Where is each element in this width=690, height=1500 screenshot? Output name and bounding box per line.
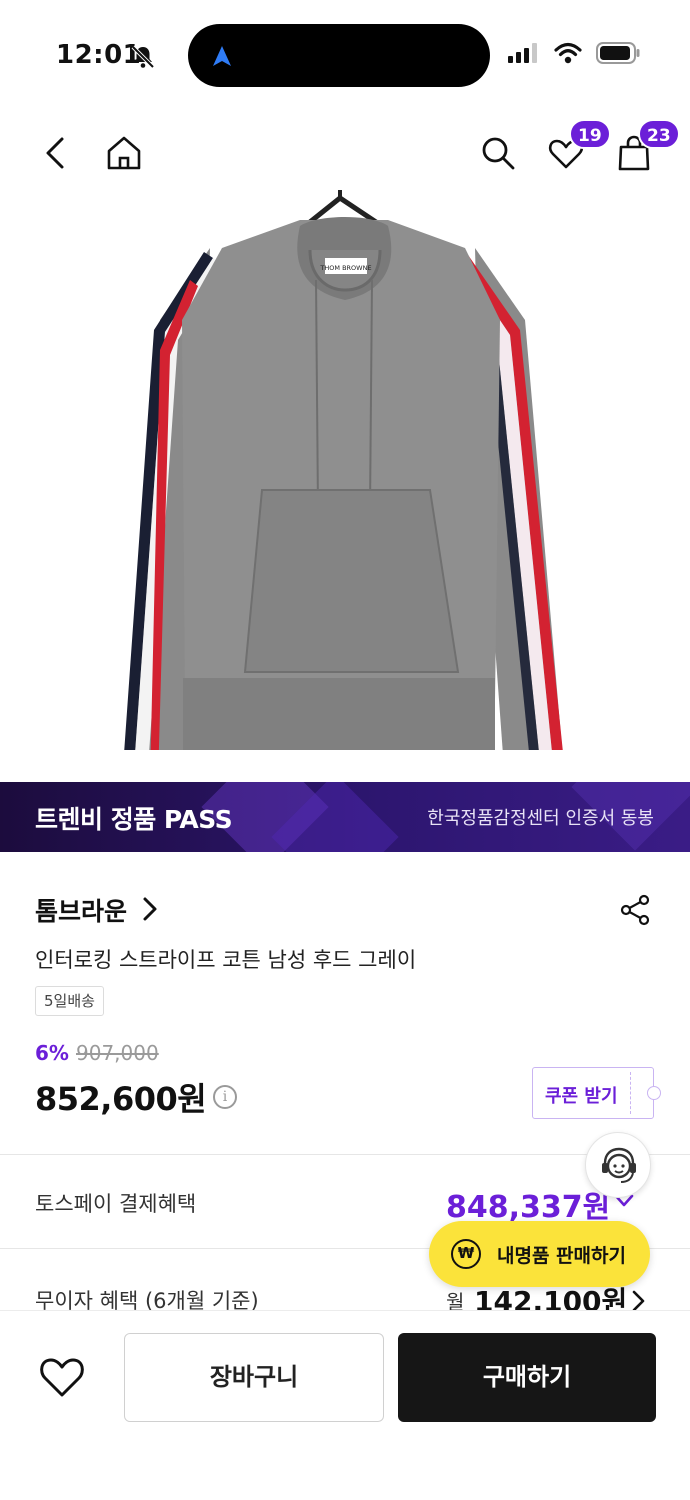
status-right-icons (508, 42, 640, 64)
add-to-cart-button[interactable]: 장바구니 (124, 1333, 384, 1422)
sell-my-luxury-button[interactable]: ₩ 내명품 판매하기 (429, 1221, 650, 1287)
cart-count-badge: 23 (638, 119, 680, 149)
product-image[interactable]: THOM BROWNE (0, 185, 690, 782)
headset-icon (602, 1147, 636, 1183)
wishlist-count-badge: 19 (569, 119, 611, 149)
shipping-tag: 5일배송 (35, 986, 104, 1016)
customer-service-button[interactable] (585, 1132, 651, 1198)
share-icon[interactable] (620, 894, 652, 926)
won-coin-icon: ₩ (451, 1239, 481, 1269)
bottom-action-bar: 장바구니 구매하기 (0, 1310, 690, 1500)
battery-icon (596, 42, 640, 64)
top-navigation: 19 23 (0, 115, 690, 190)
original-price: 907,000 (76, 1041, 159, 1065)
coupon-perforation (630, 1072, 631, 1114)
buy-now-button[interactable]: 구매하기 (398, 1333, 656, 1422)
price-info-icon[interactable]: i (213, 1085, 237, 1109)
hoodie-icon: THOM BROWNE (122, 185, 569, 782)
toss-benefit-label: 토스페이 결제혜택 (35, 1192, 197, 1216)
discount-rate: 6% (35, 1041, 69, 1065)
dynamic-island (188, 24, 490, 87)
wifi-icon (554, 42, 582, 64)
brand-link[interactable]: 톰브라운 (35, 892, 127, 928)
coupon-label: 쿠폰 받기 (545, 1086, 618, 1107)
coupon-notch (647, 1086, 661, 1100)
authenticity-pass-banner[interactable]: 트렌비 정품 PASS 한국정품감정센터 인증서 동봉 (0, 782, 690, 852)
search-icon[interactable] (478, 133, 518, 173)
coupon-button[interactable]: 쿠폰 받기 (532, 1067, 661, 1119)
bell-slash-icon (131, 45, 155, 69)
signal-icon (508, 43, 537, 63)
wishlist-heart-icon[interactable] (38, 1355, 86, 1399)
sell-button-label: 내명품 판매하기 (497, 1245, 626, 1267)
status-bar: 12:01 (0, 0, 690, 110)
brand-tag: THOM BROWNE (319, 264, 371, 272)
pass-subtitle: 한국정품감정센터 인증서 동봉 (427, 808, 654, 829)
product-name: 인터로킹 스트라이프 코튼 남성 후드 그레이 (35, 948, 417, 972)
back-icon[interactable] (36, 133, 76, 173)
toss-benefit-price[interactable]: 848,337원 (446, 1182, 610, 1226)
pass-title: 트렌비 정품 PASS (35, 805, 233, 834)
status-time: 12:01 (56, 40, 142, 70)
sale-price: 852,600원 (35, 1080, 207, 1118)
chevron-right-icon (143, 897, 157, 921)
location-arrow-icon (213, 46, 231, 66)
home-icon[interactable] (104, 133, 144, 173)
